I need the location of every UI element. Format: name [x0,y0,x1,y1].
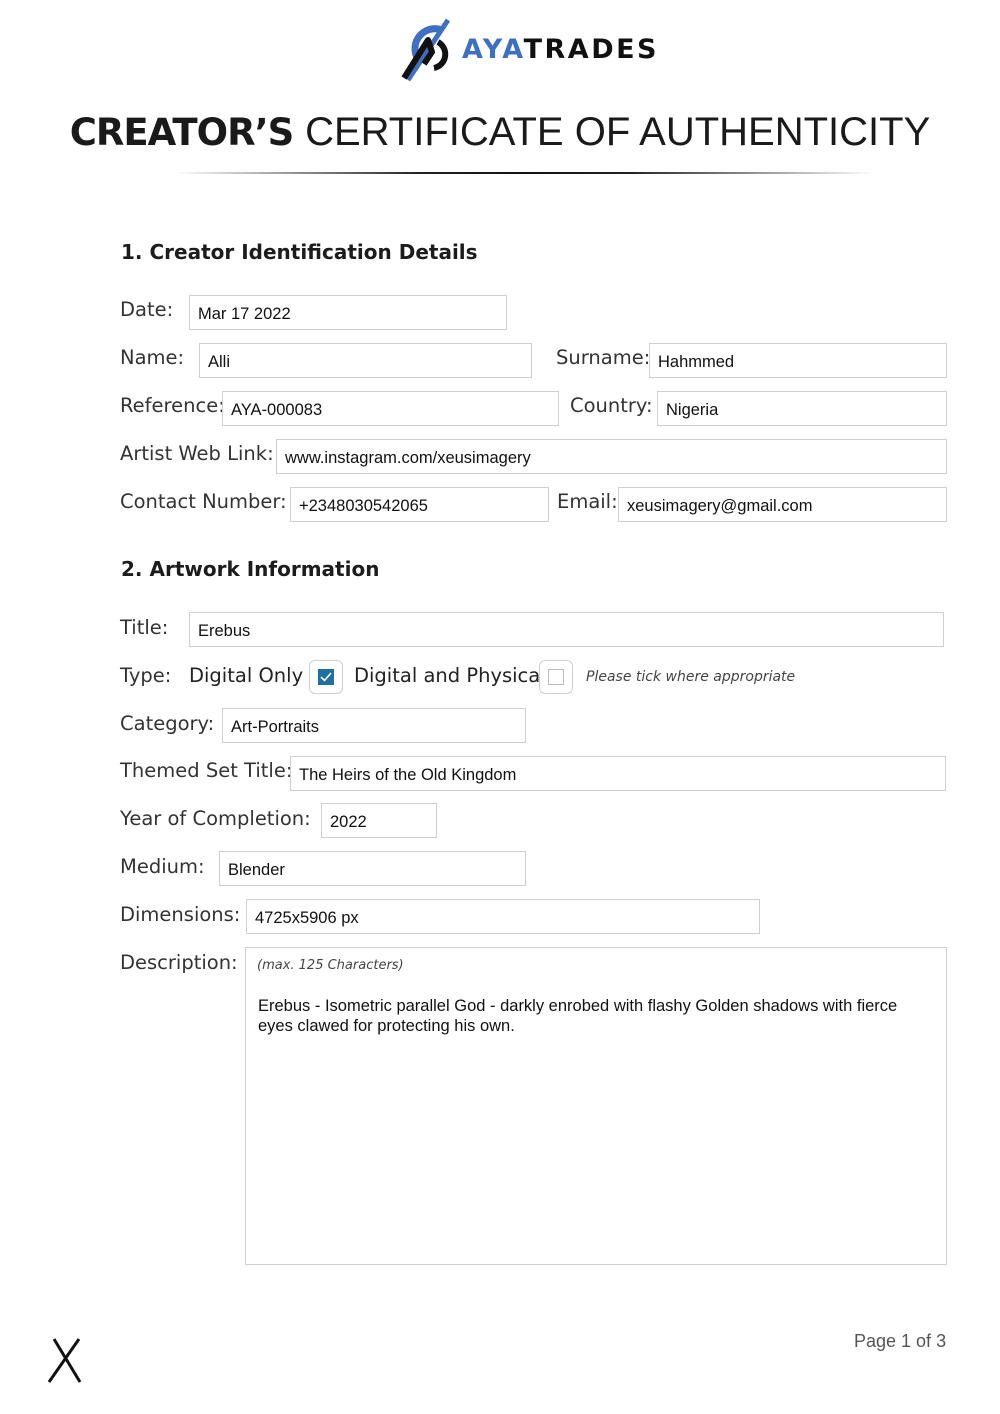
surname-label: Surname: [556,346,651,369]
document-title-bold: CREATOR’S [69,111,295,154]
date-label: Date: [120,298,174,321]
category-field[interactable]: Art-Portraits [222,708,526,743]
name-label: Name: [120,346,185,369]
empty-checkbox-icon [548,669,564,685]
digital-only-checkbox[interactable] [309,660,343,694]
brand-name: AYATRADES [462,34,659,65]
brand-name-part1: AYA [462,34,524,65]
year-field[interactable]: 2022 [321,803,437,838]
web-link-field[interactable]: www.instagram.com/xeusimagery [276,439,947,474]
page-number: Page 1 of 3 [854,1331,947,1351]
dimensions-label: Dimensions: [120,903,241,926]
signature-mark [46,1336,86,1384]
description-text: Erebus - Isometric parallel God - darkly… [258,997,898,1035]
document-title-light: CERTIFICATE OF AUTHENTICITY [305,110,931,154]
aya-trades-logo-icon [401,18,451,82]
type-label: Type: [120,664,172,687]
medium-field[interactable]: Blender [219,851,526,886]
date-field[interactable]: Mar 17 2022 [189,295,507,330]
artwork-title-field[interactable]: Erebus [189,612,944,647]
type-option-digital-physical-label: Digital and Physical [354,664,546,687]
type-hint: Please tick where appropriate [586,669,796,685]
email-field[interactable]: xeusimagery@gmail.com [618,487,947,522]
themed-set-label: Themed Set Title: [120,759,293,782]
section-heading-artwork: 2. Artwork Information [121,557,380,581]
web-link-label: Artist Web Link: [120,442,274,465]
contact-number-label: Contact Number: [120,490,287,513]
description-field[interactable]: (max. 125 Characters) Erebus - Isometric… [245,947,947,1265]
dimensions-field[interactable]: 4725x5906 px [246,899,760,934]
document-title: CREATOR’S CERTIFICATE OF AUTHENTICITY [0,110,1000,155]
reference-field[interactable]: AYA-000083 [222,391,559,426]
title-divider [175,172,875,174]
email-label: Email: [557,490,618,513]
brand-name-part2: TRADES [523,34,659,65]
digital-and-physical-checkbox[interactable] [539,660,573,694]
year-label: Year of Completion: [120,807,311,830]
surname-field[interactable]: Hahmmed [649,343,947,378]
brand-logo: AYATRADES [398,18,668,86]
themed-set-field[interactable]: The Heirs of the Old Kingdom [290,756,946,791]
category-label: Category: [120,712,215,735]
checkmark-icon [318,669,334,685]
section-heading-creator: 1. Creator Identification Details [121,240,478,264]
reference-label: Reference: [120,394,225,417]
medium-label: Medium: [120,855,205,878]
description-label: Description: [120,951,238,974]
description-hint: (max. 125 Characters) [257,958,404,973]
signature-x-icon [47,1338,82,1383]
contact-number-field[interactable]: +2348030542065 [290,487,549,522]
name-field[interactable]: Alli [199,343,532,378]
title-label: Title: [120,616,169,639]
country-field[interactable]: Nigeria [657,391,947,426]
type-option-digital-only-label: Digital Only [189,664,304,687]
country-label: Country: [570,394,653,417]
